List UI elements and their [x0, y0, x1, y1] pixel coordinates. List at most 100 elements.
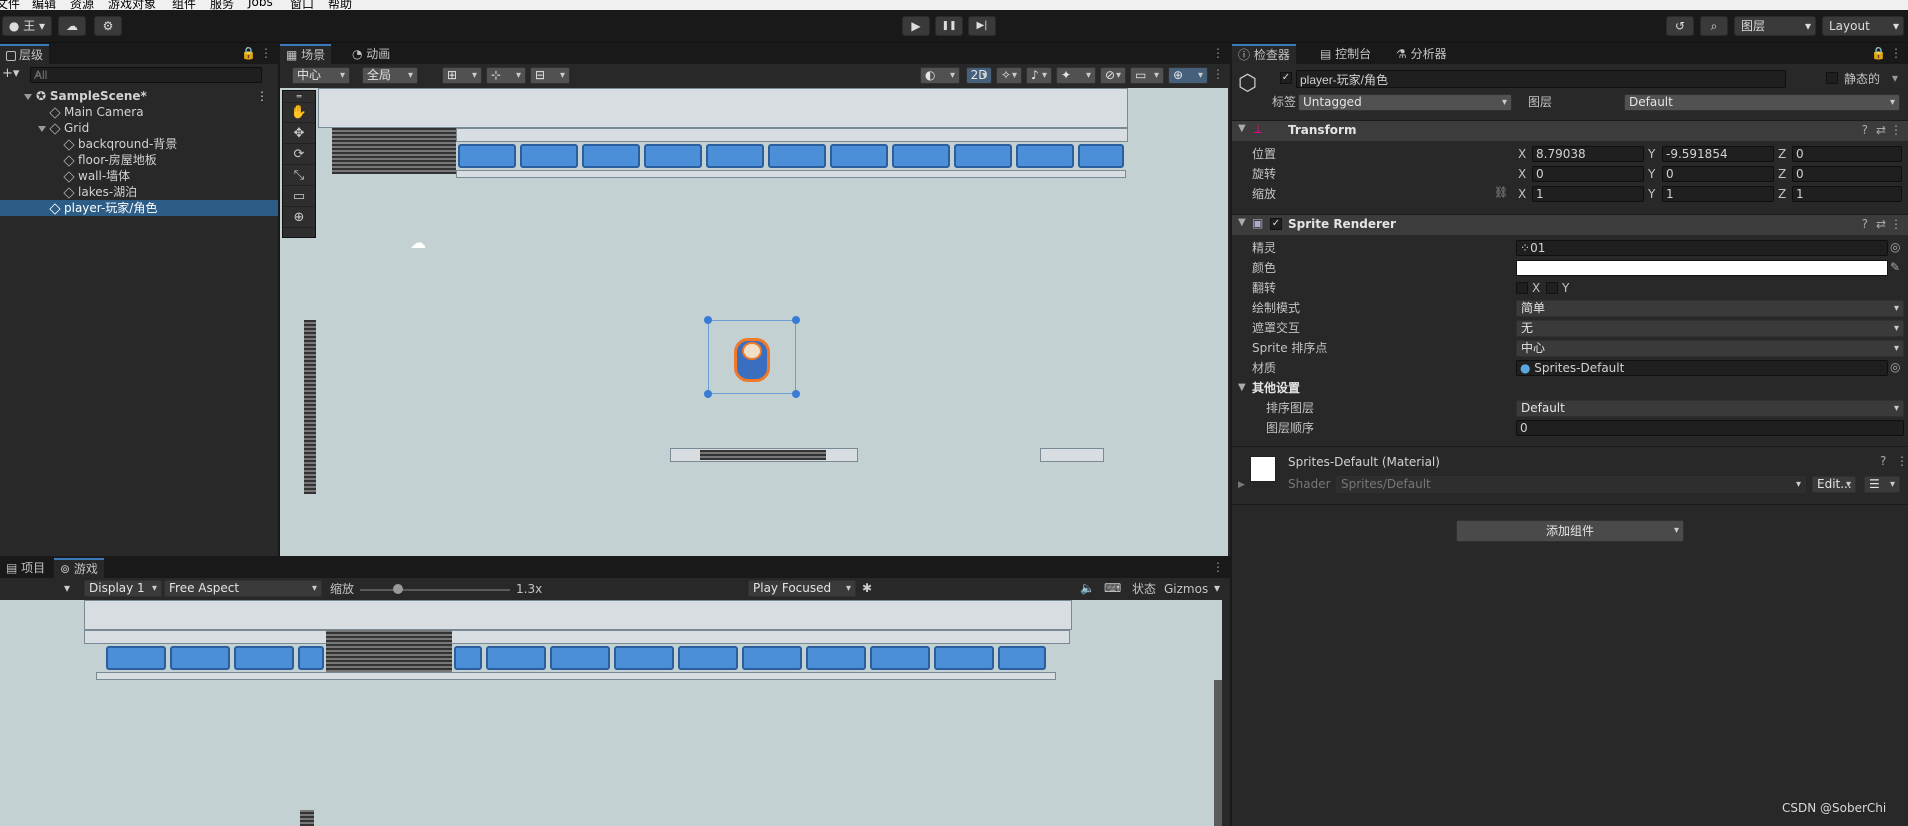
gizmos-toggle[interactable]: Gizmos — [1164, 581, 1208, 597]
color-swatch[interactable] — [1516, 260, 1888, 276]
fold-arrow-icon[interactable]: ▶ — [1238, 480, 1245, 490]
tab-console[interactable]: ▤ 控制台 — [1314, 44, 1377, 64]
fold-arrow-icon[interactable]: ▼ — [1238, 217, 1246, 228]
draw-mode-dropdown[interactable]: ◐ — [920, 67, 960, 84]
effects-dropdown[interactable]: ✦ — [1056, 67, 1096, 84]
scale-slider-track[interactable] — [360, 589, 510, 591]
flip-y-checkbox[interactable] — [1546, 282, 1558, 294]
mute-icon[interactable]: 🔈 — [1080, 581, 1095, 595]
menu-edit[interactable]: 编辑 — [32, 0, 56, 10]
position-z-field[interactable]: 0 — [1792, 146, 1902, 162]
scene-viewport[interactable]: ☁ ═ ✋ ✥ ⟳ ⤡ ▭ ⊕ — [280, 88, 1228, 556]
active-checkbox[interactable]: ✓ — [1280, 72, 1292, 84]
lock-icon[interactable]: 🔒 — [1871, 46, 1886, 60]
add-component-button[interactable]: 添加组件 — [1456, 520, 1684, 542]
menu-gameobject[interactable]: 游戏对象 — [108, 0, 156, 10]
scale-z-field[interactable]: 1 — [1792, 186, 1902, 202]
aspect-dropdown[interactable]: Free Aspect — [164, 580, 322, 597]
mask-dropdown[interactable]: 无 — [1516, 320, 1904, 337]
rotate-tool-icon[interactable]: ⟳ — [283, 145, 315, 165]
chevron-down-icon[interactable]: ▾ — [1214, 581, 1220, 595]
draw-mode-dropdown[interactable]: 简单 — [1516, 300, 1904, 317]
hierarchy-search-input[interactable] — [30, 67, 262, 83]
transform-header[interactable]: ▼ ⟂ Transform ? ⇄ ⋮ — [1232, 120, 1908, 141]
object-name-field[interactable] — [1296, 70, 1786, 88]
menu-help[interactable]: 帮助 — [328, 0, 352, 10]
lighting-toggle[interactable]: ✧ — [996, 67, 1022, 84]
scale-tool-icon[interactable]: ⤡ — [283, 166, 315, 186]
more-menu-icon[interactable]: ⋮ — [1212, 46, 1224, 60]
menu-services[interactable]: 服务 — [210, 0, 234, 10]
stats-toggle[interactable]: 状态 — [1132, 581, 1156, 597]
global-dropdown[interactable]: 全局 — [362, 67, 418, 84]
hierarchy-item-background[interactable]: backqround-背景 — [0, 136, 278, 152]
transform-tool-icon[interactable]: ⊕ — [283, 208, 315, 228]
link-icon[interactable]: ⛓ — [1494, 186, 1508, 199]
audio-toggle[interactable]: ♪ — [1026, 67, 1052, 84]
resize-handle[interactable] — [704, 390, 712, 398]
sorting-layer-dropdown[interactable]: Default — [1516, 400, 1904, 417]
rotation-z-field[interactable]: 0 — [1792, 166, 1902, 182]
add-icon[interactable]: +▾ — [2, 66, 19, 81]
play-focused-dropdown[interactable]: Play Focused — [748, 580, 856, 597]
more-menu-icon[interactable]: ⋮ — [1890, 217, 1902, 231]
account-dropdown[interactable]: ● 王 ▾ — [2, 16, 52, 36]
more-menu-icon[interactable]: ⋮ — [1890, 123, 1902, 137]
hierarchy-item-main-camera[interactable]: Main Camera — [0, 104, 278, 120]
position-y-field[interactable]: -9.591854 — [1662, 146, 1774, 162]
bug-icon[interactable]: ✱ — [862, 581, 872, 595]
resize-handle[interactable] — [792, 390, 800, 398]
grid-snap-dropdown[interactable]: ⊞ — [442, 67, 482, 84]
game-viewport[interactable] — [0, 600, 1222, 826]
material-options-button[interactable]: ☰ — [1864, 476, 1900, 493]
history-button[interactable]: ↺ — [1666, 16, 1694, 36]
help-icon[interactable]: ? — [1862, 123, 1868, 137]
hierarchy-item-scene[interactable]: ✪ SampleScene* ⋮ — [0, 88, 278, 104]
toggle-2d-button[interactable]: 2D — [966, 67, 992, 84]
chevron-down-icon[interactable]: ▾ — [64, 581, 70, 595]
step-button[interactable]: ▶| — [968, 16, 996, 36]
layer-dropdown[interactable]: Default — [1624, 94, 1900, 111]
object-picker-icon[interactable]: ◎ — [1890, 240, 1900, 254]
hierarchy-item-grid[interactable]: Grid — [0, 120, 278, 136]
menu-component[interactable]: 组件 — [172, 0, 196, 10]
rect-tool-icon[interactable]: ▭ — [283, 187, 315, 207]
eyedropper-icon[interactable]: ✎ — [1890, 260, 1900, 274]
tag-dropdown[interactable]: Untagged — [1298, 94, 1512, 111]
tab-scene[interactable]: ▦ 场景 — [280, 44, 332, 64]
camera-dropdown[interactable]: ▭ — [1130, 67, 1164, 84]
order-field[interactable]: 0 — [1516, 420, 1904, 436]
help-icon[interactable]: ? — [1880, 454, 1886, 468]
lock-icon[interactable]: 🔒 — [241, 46, 256, 60]
static-checkbox[interactable] — [1826, 72, 1838, 84]
snap-increment-dropdown[interactable]: ⊹ — [486, 67, 526, 84]
sort-point-dropdown[interactable]: 中心 — [1516, 340, 1904, 357]
pivot-dropdown[interactable]: 中心 — [292, 67, 350, 84]
tab-animation[interactable]: ◔ 动画 — [346, 44, 396, 64]
shader-dropdown[interactable]: Sprites/Default — [1336, 476, 1806, 493]
more-menu-icon[interactable]: ⋮ — [256, 88, 268, 104]
play-button[interactable]: ▶ — [902, 16, 930, 36]
help-icon[interactable]: ? — [1862, 217, 1868, 231]
more-menu-icon[interactable]: ⋮ — [1896, 454, 1908, 468]
drag-handle-icon[interactable]: ═ — [283, 91, 315, 103]
material-field[interactable]: ● Sprites-Default — [1516, 360, 1888, 376]
preset-icon[interactable]: ⇄ — [1876, 123, 1886, 137]
chevron-down-icon[interactable]: ▾ — [1892, 71, 1898, 85]
layout-dropdown[interactable]: Layout ▾ — [1822, 16, 1904, 36]
tab-project[interactable]: ▤ 项目 — [0, 558, 51, 578]
more-menu-icon[interactable]: ⋮ — [260, 46, 272, 60]
layers-dropdown[interactable]: 图层 ▾ — [1734, 16, 1816, 36]
tab-profiler[interactable]: ⚗ 分析器 — [1390, 44, 1453, 64]
hierarchy-item-floor[interactable]: floor-房屋地板 — [0, 152, 278, 168]
hidden-toggle[interactable]: ⊘ — [1100, 67, 1126, 84]
flip-x-checkbox[interactable] — [1516, 282, 1528, 294]
scale-y-field[interactable]: 1 — [1662, 186, 1774, 202]
rotation-x-field[interactable]: 0 — [1532, 166, 1644, 182]
scale-slider-thumb[interactable] — [392, 584, 403, 594]
pause-button[interactable]: ❚❚ — [935, 16, 963, 36]
tab-inspector[interactable]: ⓘ 检查器 — [1232, 44, 1296, 64]
more-menu-icon[interactable]: ⋮ — [1212, 560, 1224, 574]
position-x-field[interactable]: 8.79038 — [1532, 146, 1644, 162]
rotation-y-field[interactable]: 0 — [1662, 166, 1774, 182]
